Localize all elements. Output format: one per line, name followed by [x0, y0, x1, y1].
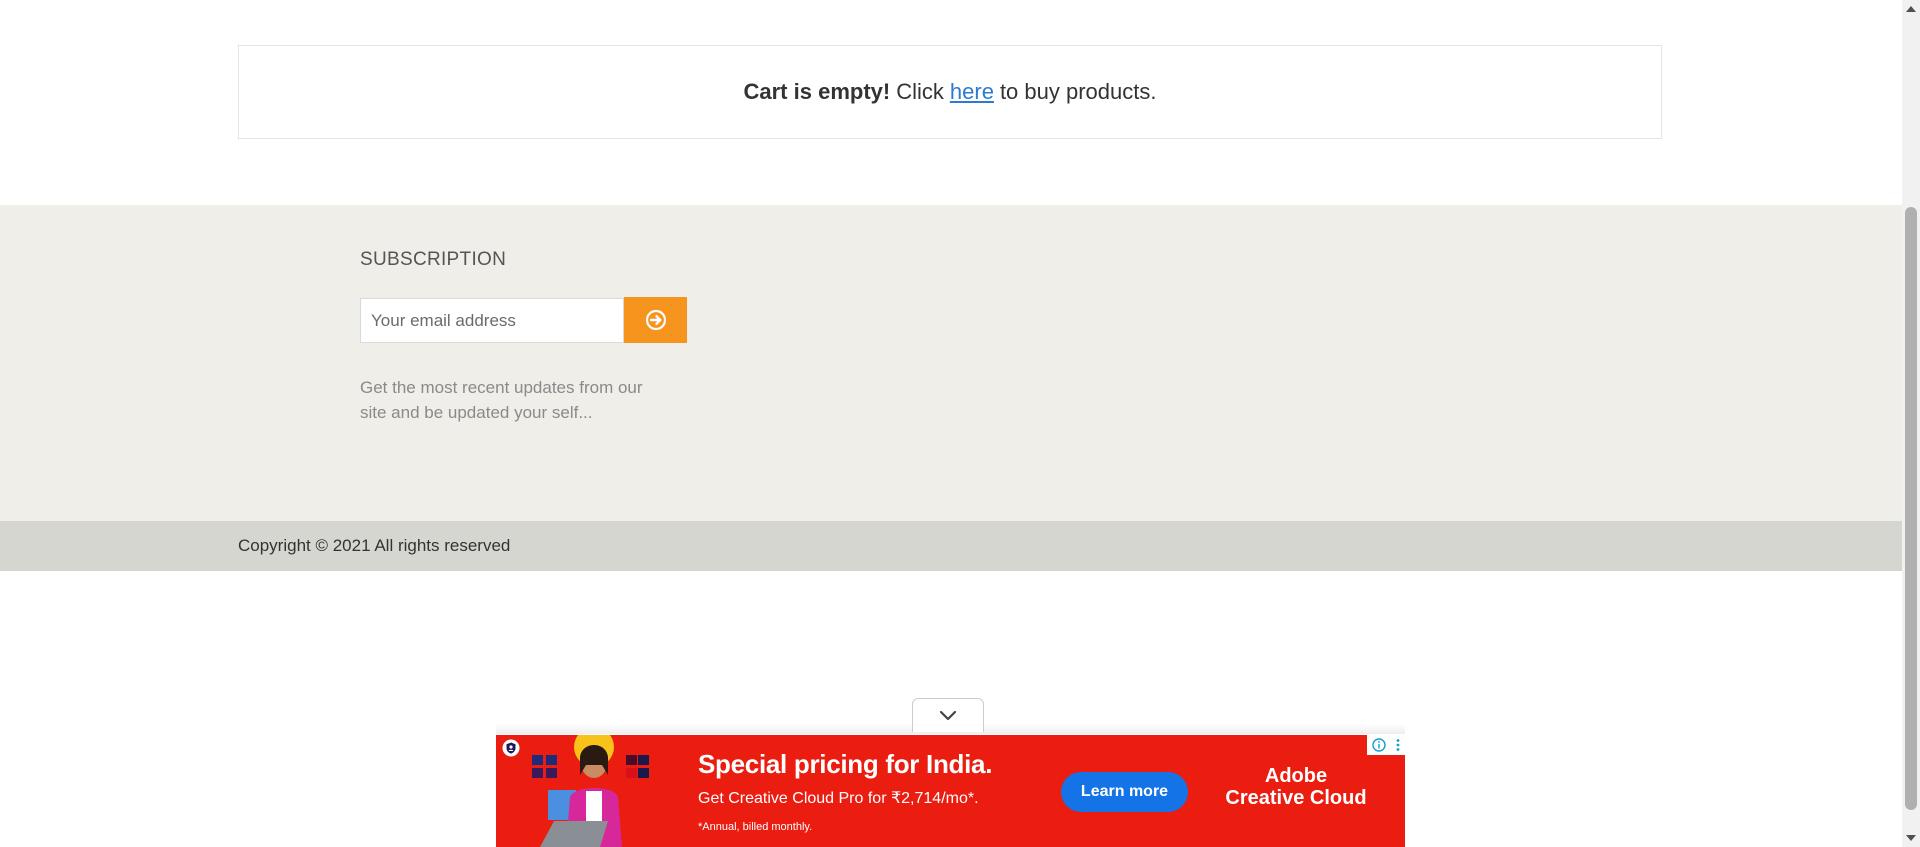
info-icon[interactable] — [1371, 738, 1386, 752]
footer-bar: Copyright © 2021 All rights reserved — [0, 521, 1902, 571]
learn-more-button[interactable]: Learn more — [1061, 772, 1188, 812]
ad-banner[interactable]: Special pricing for India. Get Creative … — [496, 735, 1405, 847]
shield-icon — [502, 739, 520, 757]
subscription-section: SUBSCRIPTION Get the most recent updates… — [0, 205, 1902, 521]
ad-brand-line1: Adobe — [1264, 765, 1328, 787]
scroll-up-icon[interactable] — [1906, 6, 1916, 12]
page-scrollbar[interactable] — [1902, 0, 1920, 847]
arrow-circle-right-icon — [645, 309, 666, 331]
scroll-thumb[interactable] — [1905, 207, 1917, 810]
copyright-text: Copyright © 2021 All rights reserved — [238, 536, 511, 555]
ad-brand-line2: Creative Cloud — [1225, 787, 1367, 809]
email-input[interactable] — [360, 298, 624, 343]
ad-footnote: *Annual, billed monthly. — [698, 821, 813, 833]
cart-click-text: Click — [896, 79, 944, 104]
ad-brand-logo: Adobe Creative Cloud — [1216, 765, 1376, 809]
subscription-description: Get the most recent updates from our sit… — [360, 378, 643, 422]
scroll-down-icon[interactable] — [1906, 835, 1916, 841]
subscription-title: SUBSCRIPTION — [360, 249, 507, 270]
ad-info-controls[interactable] — [1367, 735, 1405, 755]
empty-cart-message: Cart is empty! Click here to buy product… — [238, 45, 1662, 139]
ad-headline: Special pricing for India. — [698, 749, 993, 779]
subscribe-button[interactable] — [624, 297, 687, 343]
chevron-down-icon — [939, 710, 957, 720]
more-options-icon[interactable] — [1395, 738, 1401, 752]
ad-subline: Get Creative Cloud Pro for ₹2,714/mo*. — [698, 790, 979, 807]
ad-collapse-button[interactable] — [912, 698, 984, 732]
ad-person-image — [532, 735, 649, 847]
cart-suffix-text: to buy products. — [999, 79, 1157, 104]
cart-empty-label: Cart is empty! — [743, 79, 891, 104]
buy-products-link[interactable]: here — [950, 79, 994, 105]
